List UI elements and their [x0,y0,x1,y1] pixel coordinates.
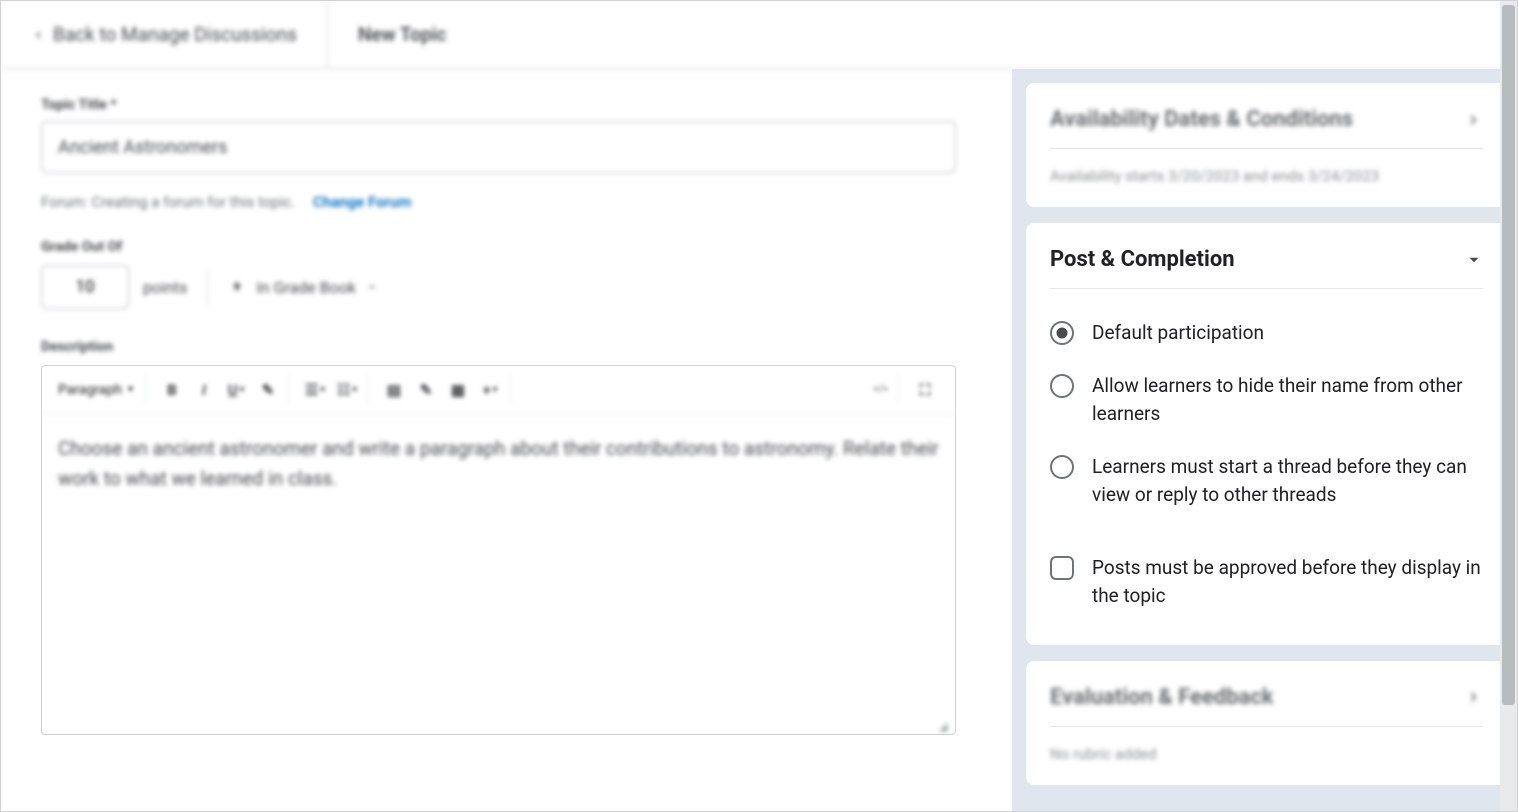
editor-toolbar: Paragraph▾ B I U▾ ✎ ☰▾ ☷▾ [42,366,955,414]
grade-label: Grade Out Of [41,239,982,255]
align-button[interactable]: ☰▾ [301,376,329,404]
evaluation-panel-header[interactable]: Evaluation & Feedback [1050,685,1483,727]
chevron-right-icon [1465,688,1483,706]
description-label: Description [41,339,982,355]
media-button[interactable]: ▤ [380,376,408,404]
evaluation-summary: No rubric added [1050,745,1483,763]
main-column: Topic Title * Forum: Creating a forum fo… [1,69,1012,811]
underline-button[interactable]: U▾ [222,376,250,404]
availability-panel-header[interactable]: Availability Dates & Conditions [1050,107,1483,149]
chevron-left-icon [31,28,45,42]
topic-title-input[interactable] [41,121,956,173]
paragraph-style-dropdown[interactable]: Paragraph▾ [58,382,139,398]
tab-new-topic[interactable]: New Topic [328,1,476,68]
more-insert-button[interactable]: +▾ [476,376,504,404]
pin-icon [228,278,246,296]
checkbox-approve-posts[interactable] [1050,556,1074,580]
option-default-participation[interactable]: Default participation [1050,307,1483,360]
radio-default-participation[interactable] [1050,321,1074,345]
clear-format-button[interactable]: ✎ [254,376,282,404]
post-completion-panel: Post & Completion Default participation … [1026,223,1507,645]
chevron-down-icon [1465,251,1483,269]
discussion-editor-page: Back to Manage Discussions New Topic Top… [0,0,1518,812]
back-to-discussions-link[interactable]: Back to Manage Discussions [1,1,328,68]
availability-panel: Availability Dates & Conditions Availabi… [1026,83,1507,207]
bold-button[interactable]: B [158,376,186,404]
radio-start-thread-first[interactable] [1050,455,1074,479]
image-button[interactable]: ▦ [444,376,472,404]
grade-section: Grade Out Of points In Grade Book [41,239,982,309]
back-label: Back to Manage Discussions [53,23,297,46]
chevron-down-icon [366,281,378,293]
italic-button[interactable]: I [190,376,218,404]
option-hide-name[interactable]: Allow learners to hide their name from o… [1050,360,1483,441]
evaluation-panel: Evaluation & Feedback No rubric added [1026,661,1507,785]
option-start-thread-first[interactable]: Learners must start a thread before they… [1050,441,1483,522]
radio-hide-name[interactable] [1050,374,1074,398]
content-row: Topic Title * Forum: Creating a forum fo… [1,69,1517,811]
resize-handle-icon[interactable]: ◢ [939,718,953,732]
settings-sidebar: Availability Dates & Conditions Availabi… [1012,69,1517,811]
fullscreen-button[interactable]: ⛶ [911,376,939,404]
grade-points-input[interactable] [41,265,129,309]
rich-text-editor: Paragraph▾ B I U▾ ✎ ☰▾ ☷▾ [41,365,956,735]
link-button[interactable]: ✎ [412,376,440,404]
forum-info: Forum: Creating a forum for this topic. … [41,193,982,211]
change-forum-link[interactable]: Change Forum [313,193,411,211]
list-button[interactable]: ☷▾ [333,376,361,404]
top-bar: Back to Manage Discussions New Topic [1,1,1517,69]
page-scrollbar[interactable] [1500,1,1517,811]
source-code-button[interactable]: </> [870,376,892,404]
post-completion-header[interactable]: Post & Completion [1050,247,1483,289]
divider [207,269,208,305]
gradebook-dropdown[interactable]: In Grade Book [228,278,378,297]
option-approve-posts[interactable]: Posts must be approved before they displ… [1050,542,1483,623]
availability-summary: Availability starts 3/20/2023 and ends 3… [1050,167,1483,185]
chevron-right-icon [1465,111,1483,129]
topic-title-label: Topic Title * [41,97,982,113]
description-section: Description Paragraph▾ B I U▾ ✎ [41,339,982,735]
points-label: points [143,278,187,297]
editor-body[interactable]: Choose an ancient astronomer and write a… [42,414,955,734]
